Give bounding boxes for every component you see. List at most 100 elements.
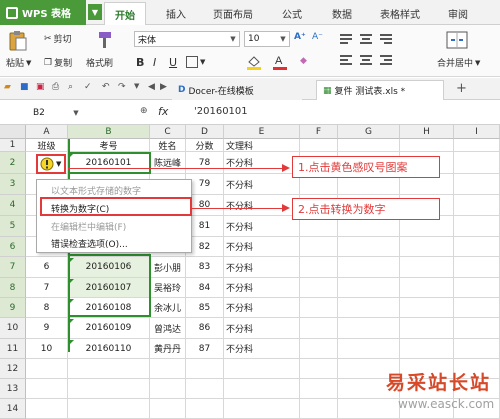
format-painter-icon[interactable] [94,30,114,50]
column-header-e[interactable]: E [224,125,300,139]
row-header-2[interactable]: 2 [0,152,26,174]
cell-col-a-row-12[interactable] [26,359,68,379]
print-preview-icon[interactable]: ⌕ [68,82,73,92]
formula-input[interactable]: '20160101 [194,106,248,117]
app-menu-dropdown-icon[interactable]: ▼ [88,4,102,20]
doc-tab-workbook[interactable]: ▦ 复件 测试表.xls * [316,80,444,100]
doc-tab-docer[interactable]: D Docer-在线模板 [172,80,302,100]
cell-col-e-row-14[interactable] [224,399,300,419]
cell-col-i-row-10[interactable] [454,318,500,339]
cell-col-d-row-13[interactable] [186,379,224,399]
row-header-13[interactable]: 13 [0,379,26,399]
cell-col-b-row-12[interactable] [68,359,150,379]
spellcheck-icon[interactable]: ✓ [84,82,92,92]
cell-col-i-row-3[interactable] [454,174,500,195]
column-header-h[interactable]: H [400,125,454,139]
cell-col-d-row-7[interactable]: 83 [186,257,224,278]
row-header-7[interactable]: 7 [0,257,26,278]
cell-col-f-row-10[interactable] [300,318,338,339]
cell-col-c-row-10[interactable]: 曾鸿达 [150,318,186,339]
cell-col-h-row-7[interactable] [400,257,454,278]
cell-col-g-row-9[interactable] [338,298,400,318]
cell-col-c-row-11[interactable]: 黄丹丹 [150,339,186,359]
cell-col-e-row-10[interactable]: 不分科 [224,318,300,339]
open-folder-icon[interactable]: ▰ [4,82,11,92]
column-header-b[interactable]: B [68,125,150,139]
row-header-12[interactable]: 12 [0,359,26,379]
customize-qat-icon[interactable]: ▼ [134,82,139,90]
tab-table-style[interactable]: 表格样式 [380,6,420,21]
cell-col-c-row-12[interactable] [150,359,186,379]
row-header-8[interactable]: 8 [0,278,26,298]
cell-col-c-row-14[interactable] [150,399,186,419]
cell-col-i-row-7[interactable] [454,257,500,278]
cell-col-i-row-5[interactable] [454,216,500,237]
cell-col-f-row-1[interactable] [300,139,338,152]
cell-col-a-row-8[interactable]: 7 [26,278,68,298]
border-dropdown-icon[interactable]: ▼ [200,58,205,66]
cell-col-f-row-6[interactable] [300,237,338,257]
undo-icon[interactable]: ↶ [102,82,110,92]
merge-center-button[interactable]: 合并居中 ▼ [437,56,480,70]
error-check-button[interactable]: ▼ [39,156,63,172]
increase-font-icon[interactable]: A⁺ [294,32,306,42]
underline-button[interactable]: U [169,56,177,69]
cell-col-e-row-5[interactable]: 不分科 [224,216,300,237]
cell-col-g-row-8[interactable] [338,278,400,298]
cell-col-i-row-9[interactable] [454,298,500,318]
row-header-1[interactable]: 1 [0,139,26,152]
row-header-14[interactable]: 14 [0,399,26,419]
row-header-6[interactable]: 6 [0,237,26,257]
zoom-icon[interactable]: ⊕ [140,106,148,116]
tab-home[interactable]: 开始 [104,2,146,25]
cell-col-c-row-13[interactable] [150,379,186,399]
tab-scroll-left-icon[interactable]: ◀ [148,82,155,92]
cell-col-g-row-6[interactable] [338,237,400,257]
save-icon[interactable]: ■ [20,82,29,92]
cell-col-h-row-11[interactable] [400,339,454,359]
cell-col-i-row-11[interactable] [454,339,500,359]
row-header-9[interactable]: 9 [0,298,26,318]
cell-col-f-row-8[interactable] [300,278,338,298]
cell-col-e-row-13[interactable] [224,379,300,399]
menu-item-error-check-options[interactable]: 错误检查选项(O)... [37,235,191,251]
row-header-11[interactable]: 11 [0,339,26,359]
cell-col-b-row-13[interactable] [68,379,150,399]
cell-col-f-row-7[interactable] [300,257,338,278]
cell-col-d-row-2[interactable]: 78 [186,152,224,174]
clear-format-icon[interactable]: ◆ [300,56,307,66]
fill-color-icon[interactable] [246,54,262,70]
tab-data[interactable]: 数据 [332,6,352,21]
cell-col-i-row-2[interactable] [454,152,500,174]
paste-icon[interactable] [6,30,30,52]
cell-col-g-row-11[interactable] [338,339,400,359]
column-header-c[interactable]: C [150,125,186,139]
cell-col-g-row-10[interactable] [338,318,400,339]
cell-col-h-row-9[interactable] [400,298,454,318]
cell-col-f-row-14[interactable] [300,399,338,419]
cell-col-d-row-10[interactable]: 86 [186,318,224,339]
cell-col-e-row-6[interactable]: 不分科 [224,237,300,257]
cell-col-d-row-1[interactable]: 分数 [186,139,224,152]
cell-col-a-row-7[interactable]: 6 [26,257,68,278]
font-size-select[interactable]: 10 ▼ [244,31,290,47]
column-header-g[interactable]: G [338,125,400,139]
row-header-10[interactable]: 10 [0,318,26,339]
cell-col-d-row-14[interactable] [186,399,224,419]
cell-col-e-row-8[interactable]: 不分科 [224,278,300,298]
new-tab-button[interactable]: + [456,81,467,96]
insert-function-button[interactable]: fx [158,105,168,118]
select-all-corner[interactable] [0,125,26,139]
cell-col-f-row-12[interactable] [300,359,338,379]
cell-col-h-row-8[interactable] [400,278,454,298]
tab-formulas[interactable]: 公式 [282,6,302,21]
cell-col-e-row-1[interactable]: 文理科 [224,139,300,152]
cell-col-c-row-8[interactable]: 吴裕玲 [150,278,186,298]
row-header-5[interactable]: 5 [0,216,26,237]
row-header-4[interactable]: 4 [0,195,26,216]
font-color-icon[interactable]: A [272,53,288,71]
cell-col-c-row-2[interactable]: 陈远峰 [150,152,186,174]
cell-col-a-row-10[interactable]: 9 [26,318,68,339]
cell-col-i-row-1[interactable] [454,139,500,152]
cell-col-d-row-11[interactable]: 87 [186,339,224,359]
